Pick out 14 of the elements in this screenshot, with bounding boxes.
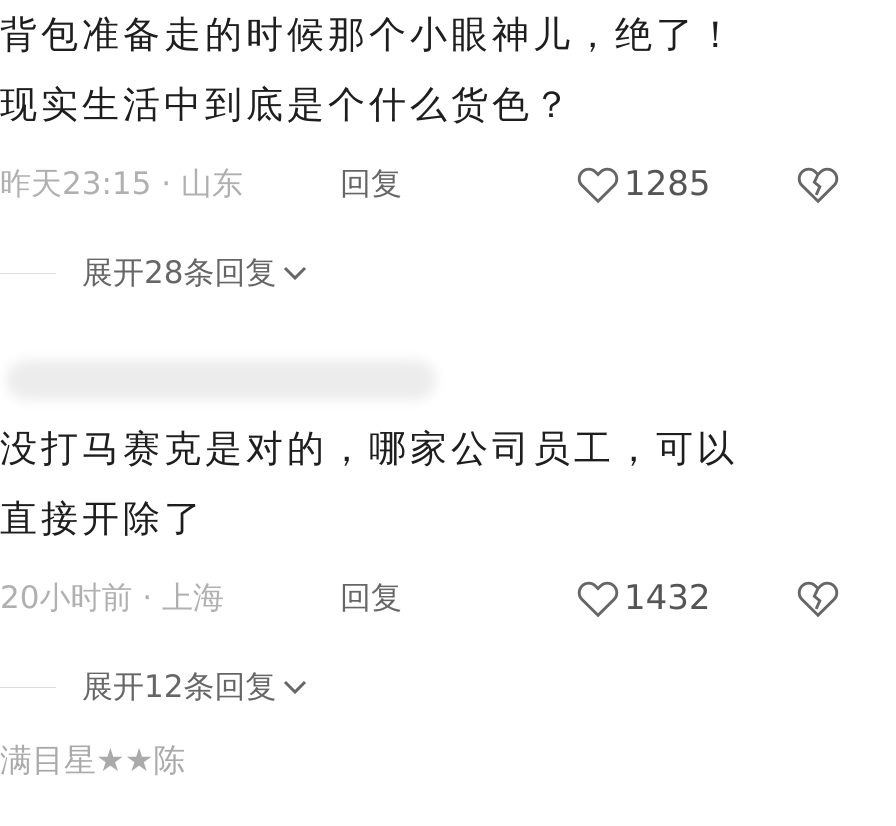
chevron-down-icon [282,265,308,281]
comment-text: 背包准备走的时候那个小眼神儿，绝了！ [0,12,739,58]
expand-replies-button[interactable]: 展开28条回复 [82,250,308,296]
comment-text: 没打马赛克是对的，哪家公司员工，可以 [0,426,739,472]
comment-meta: 20小时前 · 上海 [0,578,226,618]
comment-text: 现实生活中到底是个什么货色？ [0,82,575,128]
reply-button[interactable]: 回复 [340,160,576,208]
expand-replies-button[interactable]: 展开12条回复 [82,664,308,710]
chevron-down-icon [282,679,308,695]
comment-meta: 昨天23:15 · 山东 [0,164,244,204]
like-count: 1432 [624,576,712,620]
like-count: 1285 [624,162,712,206]
reply-button[interactable]: 回复 [340,574,576,622]
comment-text: 直接开除了 [0,496,206,542]
